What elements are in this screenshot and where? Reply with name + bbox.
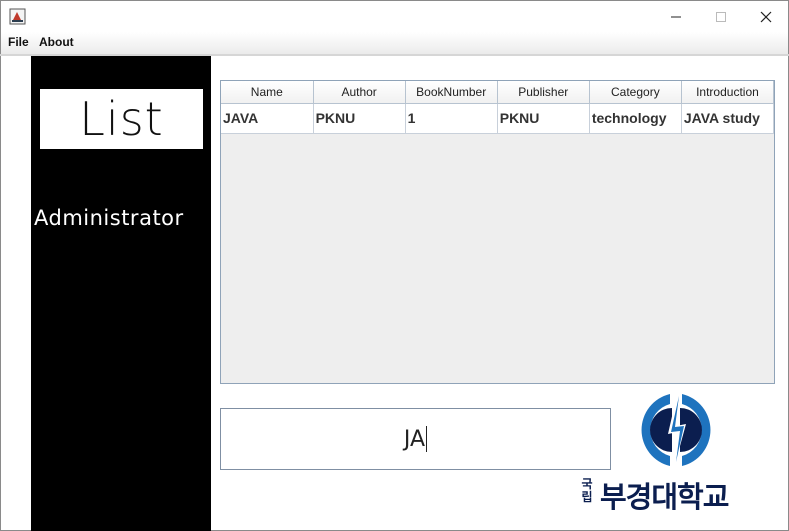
list-button[interactable]: List <box>40 89 203 149</box>
column-header-category[interactable]: Category <box>589 81 682 104</box>
sidebar: List Administrator <box>31 56 211 531</box>
table-cell-author[interactable]: PKNU <box>313 103 406 134</box>
table-cell-category[interactable]: technology <box>589 103 682 134</box>
table-cell-publisher[interactable]: PKNU <box>497 103 590 134</box>
table-cell-introduction[interactable]: JAVA study <box>681 103 774 134</box>
title-bar <box>0 0 789 32</box>
menu-about[interactable]: About <box>39 35 74 49</box>
close-icon <box>760 11 772 22</box>
administrator-button[interactable]: Administrator <box>34 206 211 230</box>
maximize-button[interactable] <box>698 1 744 32</box>
table-row[interactable]: JAVA PKNU 1 PKNU technology JAVA study <box>221 103 774 134</box>
book-table: Name Author BookNumber Publisher Categor… <box>221 81 774 134</box>
close-button[interactable] <box>743 1 789 32</box>
table-cell-booknumber[interactable]: 1 <box>405 103 498 134</box>
column-header-name[interactable]: Name <box>221 81 314 104</box>
book-table-panel: Name Author BookNumber Publisher Categor… <box>220 80 775 384</box>
java-app-icon <box>9 8 26 25</box>
column-header-publisher[interactable]: Publisher <box>497 81 590 104</box>
minimize-button[interactable] <box>653 1 699 32</box>
table-header-row: Name Author BookNumber Publisher Categor… <box>221 81 774 104</box>
search-input-value: JA <box>403 426 426 452</box>
maximize-icon <box>716 11 726 22</box>
menu-bar: File About <box>0 32 789 54</box>
logo-text: 부경대학교 <box>600 480 729 514</box>
logo-small-text: 국립 <box>581 477 593 504</box>
minimize-icon <box>671 16 681 17</box>
table-cell-name[interactable]: JAVA <box>221 103 314 134</box>
column-header-introduction[interactable]: Introduction <box>681 81 774 104</box>
search-input[interactable]: JA <box>220 408 611 470</box>
column-header-booknumber[interactable]: BookNumber <box>405 81 498 104</box>
text-caret <box>426 426 428 452</box>
menu-file[interactable]: File <box>8 35 29 49</box>
column-header-author[interactable]: Author <box>313 81 406 104</box>
